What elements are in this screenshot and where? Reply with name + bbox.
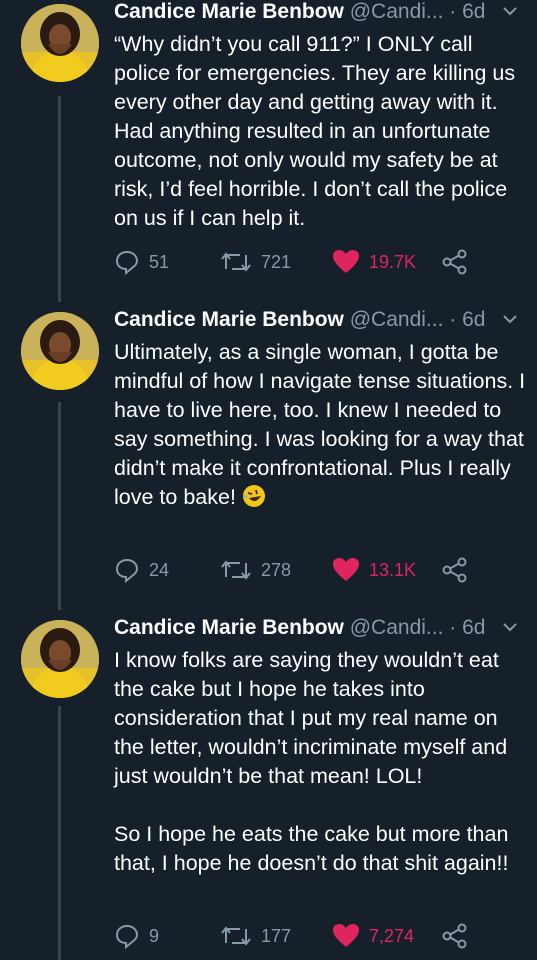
reply-icon — [115, 250, 139, 275]
share-icon — [442, 557, 467, 583]
tweet[interactable]: Candice Marie Benbow @Candi... · 6d Ulti… — [0, 308, 537, 608]
share-button[interactable] — [442, 556, 468, 584]
avatar[interactable] — [21, 4, 99, 82]
share-button[interactable] — [442, 248, 468, 276]
chevron-down-icon[interactable] — [500, 309, 520, 329]
retweet-count: 177 — [261, 926, 292, 946]
tweet[interactable]: Candice Marie Benbow @Candi... · 6d I kn… — [0, 616, 537, 960]
tweet-actions: 24 278 13.1K — [114, 556, 534, 584]
tweet-text: I know folks are saying they wouldn’t ea… — [114, 648, 509, 875]
tweet-text-container: Ultimately, as a single woman, I gotta b… — [114, 338, 529, 512]
reply-button[interactable]: 51 — [114, 248, 169, 276]
reply-button[interactable]: 24 — [114, 556, 169, 584]
retweet-icon — [221, 560, 251, 580]
tweet-header: Candice Marie Benbow @Candi... · 6d — [114, 614, 524, 642]
retweet-button[interactable]: 278 — [220, 556, 291, 584]
like-button[interactable]: 13.1K — [332, 556, 416, 584]
timestamp[interactable]: · 6d — [449, 308, 485, 331]
timestamp[interactable]: · 6d — [449, 0, 485, 23]
share-icon — [442, 923, 467, 949]
display-name[interactable]: Candice Marie Benbow — [114, 308, 344, 331]
avatar[interactable] — [21, 312, 99, 390]
user-handle[interactable]: @Candi... — [350, 0, 444, 23]
avatar[interactable] — [21, 620, 99, 698]
chevron-down-icon[interactable] — [500, 1, 520, 21]
reply-button[interactable]: 9 — [114, 922, 159, 950]
share-icon — [442, 249, 467, 275]
retweet-icon — [221, 252, 251, 272]
retweet-count: 278 — [261, 560, 292, 580]
retweet-icon — [221, 926, 251, 946]
chevron-down-icon[interactable] — [500, 617, 520, 637]
user-handle[interactable]: @Candi... — [350, 308, 444, 331]
heart-icon — [333, 250, 359, 273]
tweet-text: Ultimately, as a single woman, I gotta b… — [114, 340, 532, 509]
like-button[interactable]: 7,274 — [332, 922, 414, 950]
heart-icon — [333, 924, 359, 947]
retweet-count: 721 — [261, 252, 292, 272]
tweet-text: “Why didn’t you call 911?” I ONLY call p… — [114, 32, 522, 230]
retweet-button[interactable]: 721 — [220, 248, 291, 276]
timestamp[interactable]: · 6d — [449, 616, 485, 639]
reply-icon — [115, 558, 139, 583]
retweet-button[interactable]: 177 — [220, 922, 291, 950]
display-name[interactable]: Candice Marie Benbow — [114, 616, 344, 639]
rolling-on-floor-laughing-emoji — [242, 485, 265, 507]
like-count: 13.1K — [369, 560, 417, 580]
user-handle[interactable]: @Candi... — [350, 616, 444, 639]
reply-count: 24 — [149, 560, 170, 580]
share-button[interactable] — [442, 922, 468, 950]
reply-count: 9 — [149, 926, 160, 946]
like-count: 19.7K — [369, 252, 417, 272]
tweet[interactable]: Candice Marie Benbow @Candi... · 6d “Why… — [0, 0, 537, 300]
display-name[interactable]: Candice Marie Benbow — [114, 0, 344, 23]
tweet-header: Candice Marie Benbow @Candi... · 6d — [114, 0, 524, 26]
like-button[interactable]: 19.7K — [332, 248, 416, 276]
tweet-header: Candice Marie Benbow @Candi... · 6d — [114, 306, 524, 334]
reply-icon — [115, 924, 139, 949]
tweet-actions: 51 721 19.7K — [114, 248, 534, 276]
heart-icon — [333, 558, 359, 581]
tweet-actions: 9 177 7,274 — [114, 922, 534, 950]
like-count: 7,274 — [369, 926, 415, 946]
reply-count: 51 — [149, 252, 170, 272]
